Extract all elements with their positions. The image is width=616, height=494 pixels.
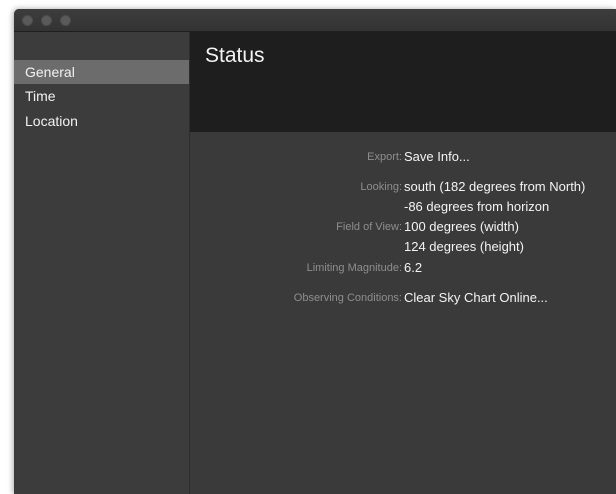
- minimize-window-button[interactable]: [41, 15, 52, 26]
- field-of-view-height-value: 124 degrees (height): [404, 239, 524, 254]
- limiting-magnitude-value: 6.2: [404, 260, 423, 275]
- sidebar-item-time[interactable]: Time: [14, 84, 189, 108]
- sidebar-item-label: Location: [25, 113, 78, 129]
- sidebar-item-label: General: [25, 64, 75, 80]
- field-of-view-label: Field of View:: [336, 221, 402, 233]
- looking-row: Looking: south (182 degrees from North): [190, 178, 616, 196]
- field-of-view-width-value: 100 degrees (width): [404, 219, 519, 234]
- looking-altitude-row: -86 degrees from horizon: [190, 198, 616, 216]
- sidebar-item-location[interactable]: Location: [14, 109, 189, 133]
- looking-label: Looking:: [360, 181, 402, 193]
- export-label: Export:: [367, 151, 402, 163]
- sidebar-item-label: Time: [25, 88, 56, 104]
- zoom-window-button[interactable]: [60, 15, 71, 26]
- sidebar-item-general[interactable]: General: [14, 60, 189, 84]
- looking-direction-value: south (182 degrees from North): [404, 179, 586, 194]
- field-of-view-height-row: 124 degrees (height): [190, 238, 616, 256]
- field-of-view-row: Field of View: 100 degrees (width): [190, 218, 616, 236]
- limiting-magnitude-label: Limiting Magnitude:: [306, 262, 402, 274]
- export-row: Export: Save Info...: [190, 148, 616, 166]
- status-header: Status: [190, 32, 616, 132]
- save-info-link[interactable]: Save Info...: [404, 148, 470, 166]
- preferences-window: General Time Location Status Export: Sav…: [14, 9, 616, 494]
- title-bar[interactable]: [14, 9, 616, 32]
- clear-sky-chart-link[interactable]: Clear Sky Chart Online...: [404, 289, 548, 307]
- observing-conditions-row: Observing Conditions: Clear Sky Chart On…: [190, 289, 616, 307]
- looking-altitude-value: -86 degrees from horizon: [404, 199, 550, 214]
- page-title: Status: [205, 44, 265, 67]
- sidebar: General Time Location: [14, 32, 190, 494]
- close-window-button[interactable]: [22, 15, 33, 26]
- observing-conditions-label: Observing Conditions:: [293, 292, 402, 304]
- status-panel: Export: Save Info... Looking: south (182…: [190, 132, 616, 494]
- limiting-magnitude-row: Limiting Magnitude: 6.2: [190, 259, 616, 277]
